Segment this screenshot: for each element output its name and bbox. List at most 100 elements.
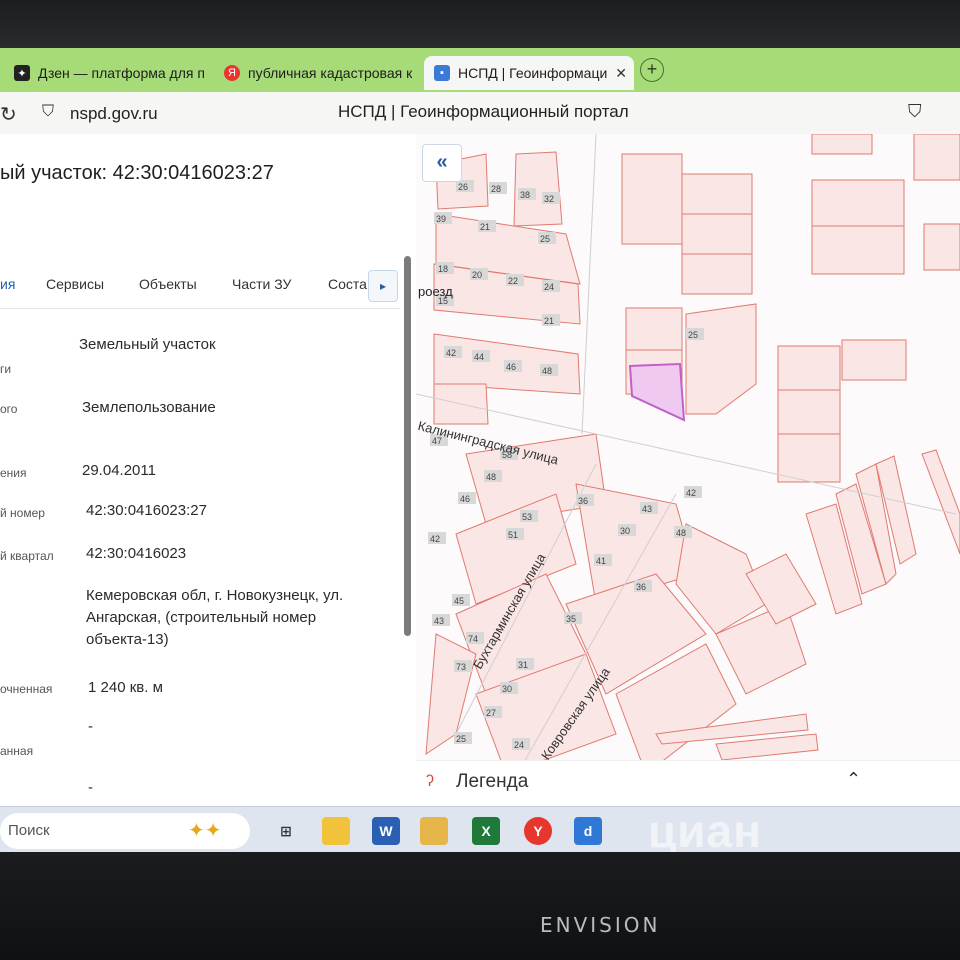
- taskbar-search[interactable]: Поиск ✦✦: [0, 813, 250, 849]
- svg-text:39: 39: [436, 214, 446, 224]
- lot-number-label: 48: [540, 364, 558, 376]
- svg-text:24: 24: [544, 282, 554, 292]
- row-label-date: ения: [0, 466, 27, 480]
- row-value-date: 29.04.2011: [82, 462, 156, 479]
- dzen-icon: ✦: [14, 65, 30, 81]
- tab-parts[interactable]: Части ЗУ: [232, 276, 291, 292]
- parcel: [745, 553, 817, 625]
- lot-number-label: 21: [478, 220, 496, 232]
- lot-number-label: 53: [520, 510, 538, 522]
- panel-scrollbar[interactable]: [404, 256, 411, 636]
- tab-dzen[interactable]: ✦ Дзен — платформа для п: [14, 56, 206, 90]
- app-icon[interactable]: d: [574, 817, 602, 845]
- svg-text:48: 48: [542, 366, 552, 376]
- lot-number-label: 24: [542, 280, 560, 292]
- parcel: [681, 173, 753, 215]
- svg-text:26: 26: [458, 182, 468, 192]
- lot-number-label: 46: [458, 492, 476, 504]
- tabs-next-button[interactable]: ▸: [368, 270, 398, 302]
- svg-text:21: 21: [544, 316, 554, 326]
- lot-number-label: 42: [684, 486, 702, 498]
- lot-number-label: 43: [640, 502, 658, 514]
- lot-number-label: 45: [452, 594, 470, 606]
- svg-text:35: 35: [566, 614, 576, 624]
- svg-text:36: 36: [636, 582, 646, 592]
- file-explorer-icon[interactable]: [322, 817, 350, 845]
- svg-text:43: 43: [434, 616, 444, 626]
- yandex-browser-icon[interactable]: Y: [524, 817, 552, 845]
- svg-text:53: 53: [522, 512, 532, 522]
- svg-text:44: 44: [474, 352, 484, 362]
- svg-text:31: 31: [518, 660, 528, 670]
- search-placeholder: Поиск: [8, 822, 50, 839]
- tab-cadastral[interactable]: Я публичная кадастровая к: [224, 56, 412, 90]
- lot-number-label: 20: [470, 268, 488, 280]
- parcel: [777, 433, 841, 483]
- road: [581, 134, 597, 435]
- excel-icon[interactable]: X: [472, 817, 500, 845]
- svg-text:25: 25: [688, 330, 698, 340]
- lot-number-label: 30: [500, 682, 518, 694]
- task-view-icon[interactable]: ⊞: [272, 817, 300, 845]
- lot-number-label: 27: [484, 706, 502, 718]
- lot-number-label: 36: [576, 494, 594, 506]
- parcel: [777, 345, 841, 391]
- url-field[interactable]: nspd.gov.ru: [70, 104, 158, 124]
- cadastral-map[interactable]: 26 28 38 32 39 21 25 18 20 22 24 15 21 42 44 46 48 25 47 58…: [416, 134, 960, 806]
- svg-text:73: 73: [456, 662, 466, 672]
- tab-composition[interactable]: Соста: [328, 276, 367, 292]
- svg-text:25: 25: [540, 234, 550, 244]
- tab-services[interactable]: Сервисы: [46, 276, 104, 292]
- row-label-declared: анная: [0, 744, 34, 758]
- watermark-logo: циан: [648, 805, 762, 857]
- tab-objects[interactable]: Объекты: [139, 276, 197, 292]
- folder-icon[interactable]: [420, 817, 448, 845]
- row-label-type: ги: [0, 362, 12, 376]
- close-icon[interactable]: ✕: [615, 65, 627, 82]
- new-tab-button[interactable]: +: [640, 58, 664, 82]
- sparkle-icon: ✦✦: [188, 820, 222, 842]
- parcel: [715, 733, 819, 761]
- chevron-updown-icon[interactable]: ⌃: [846, 769, 861, 790]
- lot-number-label: 46: [504, 360, 522, 372]
- word-icon[interactable]: W: [372, 817, 400, 845]
- tab-nspd[interactable]: ▪ НСПД | Геоинформаци ✕: [424, 56, 634, 90]
- row-label-quarter: й квартал: [0, 549, 54, 563]
- lot-number-label: 42: [428, 532, 446, 544]
- shield-icon[interactable]: ⛉: [42, 103, 54, 121]
- collapse-panel-button[interactable]: «: [422, 144, 462, 182]
- lot-number-label: 21: [542, 314, 560, 326]
- selected-parcel[interactable]: [628, 362, 686, 422]
- row-value-kind: Землепользование: [82, 399, 216, 416]
- lot-number-label: 22: [506, 274, 524, 286]
- parcel-map: 26 2838 3239212518202224152142 4446 48254758…: [416, 134, 960, 795]
- lot-number-label: 48: [674, 526, 692, 538]
- svg-text:45: 45: [454, 596, 464, 606]
- parcel: [923, 223, 960, 271]
- parcel: [777, 389, 841, 435]
- lot-number-label: 42: [444, 346, 462, 358]
- parcel: [921, 449, 960, 555]
- row-label-area: очненная: [0, 682, 53, 696]
- tab-info[interactable]: ия: [0, 276, 15, 292]
- legend-bar[interactable]: ʔ Легенда ⌃: [416, 760, 960, 807]
- street-label-proezd: роезд: [418, 284, 453, 299]
- svg-text:28: 28: [491, 184, 501, 194]
- parcel: [811, 225, 905, 275]
- svg-text:42: 42: [446, 348, 456, 358]
- svg-text:27: 27: [486, 708, 496, 718]
- panel-title: ый участок: 42:30:0416023:27: [0, 162, 274, 184]
- screen: ✦ Дзен — платформа для п Я публичная кад…: [0, 48, 960, 854]
- svg-text:20: 20: [472, 270, 482, 280]
- bookmark-icon[interactable]: ⛉: [908, 101, 922, 122]
- reload-icon[interactable]: ↻: [0, 102, 17, 127]
- lot-number-label: 25: [686, 328, 704, 340]
- lot-number-label: 48: [484, 470, 502, 482]
- svg-text:46: 46: [460, 494, 470, 504]
- row-value-empty-1: -: [88, 718, 93, 735]
- row-value-type: Земельный участок: [79, 336, 216, 353]
- tab-label: Дзен — платформа для п: [38, 65, 205, 81]
- row-value-cad-number: 42:30:0416023:27: [86, 502, 207, 519]
- lot-number-label: 32: [542, 192, 560, 204]
- taskbar: Поиск ✦✦ ⊞ W X Y d: [0, 806, 960, 854]
